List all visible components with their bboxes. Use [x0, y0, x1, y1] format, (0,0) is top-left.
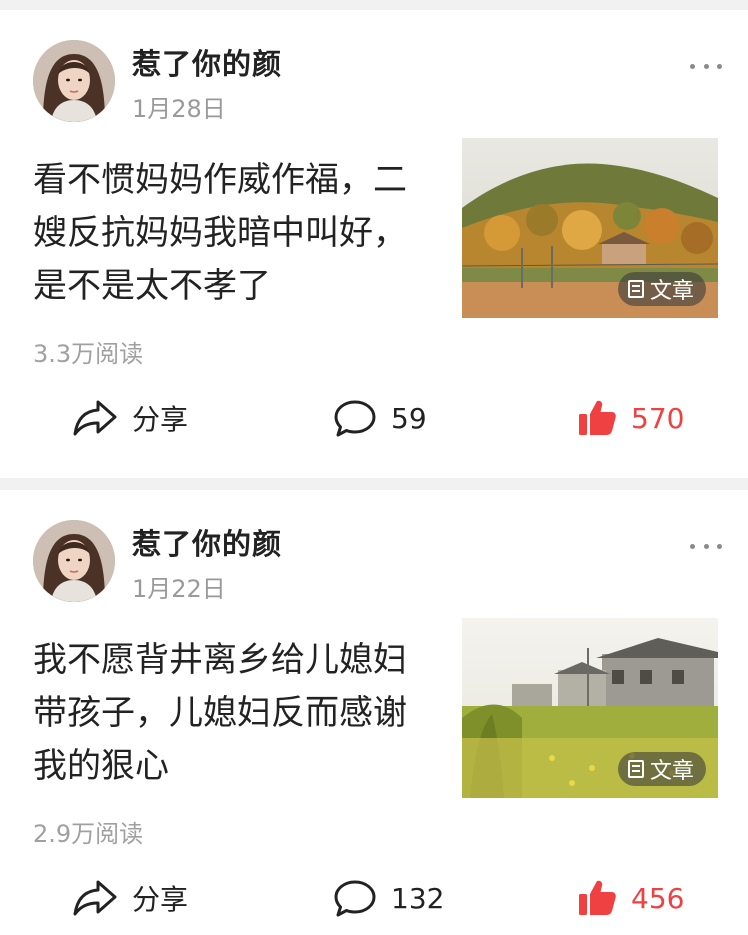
article-badge-label: 文章: [649, 279, 694, 304]
article-doc-icon: [627, 280, 644, 298]
like-count: 456: [631, 881, 685, 915]
share-icon: [73, 880, 117, 916]
read-count: 3.3万阅读: [33, 340, 144, 368]
post-card[interactable]: 惹了你的颜 1月28日 看不惯妈妈作威作福，二嫂反抗妈妈我暗中叫好，是不是太不孝…: [0, 10, 748, 478]
more-icon[interactable]: [690, 56, 722, 76]
post-thumbnail[interactable]: 文章: [462, 138, 718, 318]
article-badge-label: 文章: [649, 759, 694, 784]
comment-icon: [334, 880, 376, 917]
author-name[interactable]: 惹了你的颜: [132, 521, 282, 563]
share-label: 分享: [132, 403, 189, 436]
feed: 惹了你的颜 1月28日 看不惯妈妈作威作福，二嫂反抗妈妈我暗中叫好，是不是太不孝…: [0, 0, 748, 935]
article-badge: 文章: [617, 272, 706, 306]
action-bar: 分享 132 456: [0, 868, 748, 928]
avatar[interactable]: [33, 520, 115, 602]
post-title[interactable]: 看不惯妈妈作威作福，二嫂反抗妈妈我暗中叫好，是不是太不孝了: [33, 154, 433, 313]
thumbs-up-icon: [579, 880, 616, 915]
share-button[interactable]: 分享: [72, 868, 188, 928]
share-label: 分享: [132, 883, 189, 916]
action-bar: 分享 59 570: [0, 388, 748, 448]
comment-icon: [334, 400, 376, 437]
share-button[interactable]: 分享: [72, 388, 188, 448]
share-icon: [73, 400, 117, 436]
avatar[interactable]: [33, 40, 115, 122]
post-title[interactable]: 我不愿背井离乡给儿媳妇带孩子，儿媳妇反而感谢我的狠心: [33, 634, 433, 793]
comment-count: 59: [391, 401, 427, 435]
post-date: 1月22日: [132, 575, 226, 603]
like-button[interactable]: 570: [577, 388, 684, 448]
article-doc-icon: [627, 760, 644, 778]
post-card[interactable]: 惹了你的颜 1月22日 我不愿背井离乡给儿媳妇带孩子，儿媳妇反而感谢我的狠心 文…: [0, 490, 748, 935]
comment-button[interactable]: 132: [333, 868, 444, 928]
like-button[interactable]: 456: [577, 868, 684, 928]
author-name[interactable]: 惹了你的颜: [132, 41, 282, 83]
thumbs-up-icon: [579, 400, 616, 435]
article-badge: 文章: [617, 752, 706, 786]
post-thumbnail[interactable]: 文章: [462, 618, 718, 798]
comment-count: 132: [391, 881, 445, 915]
comment-button[interactable]: 59: [333, 388, 427, 448]
like-count: 570: [631, 401, 685, 435]
more-icon[interactable]: [690, 536, 722, 556]
post-date: 1月28日: [132, 95, 226, 123]
read-count: 2.9万阅读: [33, 820, 144, 848]
